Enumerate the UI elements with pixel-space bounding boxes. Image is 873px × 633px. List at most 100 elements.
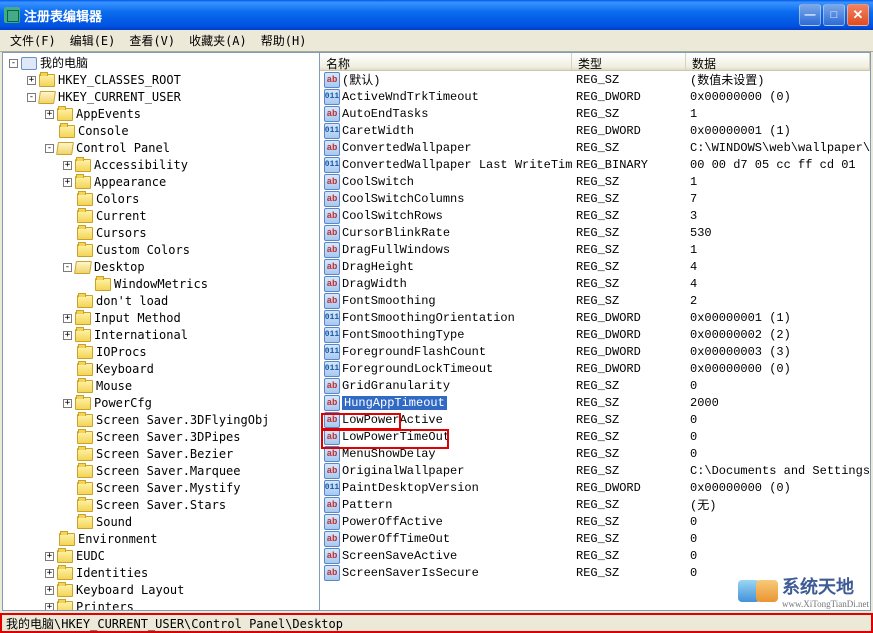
tree-node[interactable]: Screen Saver.Marquee <box>3 463 319 480</box>
expand-icon[interactable]: + <box>63 161 72 170</box>
tree-node[interactable]: +Appearance <box>3 174 319 191</box>
tree-node[interactable]: +AppEvents <box>3 106 319 123</box>
value-row[interactable]: abLowPowerActiveREG_SZ0 <box>320 411 870 428</box>
value-row[interactable]: abDragHeightREG_SZ4 <box>320 258 870 275</box>
titlebar[interactable]: 注册表编辑器 — □ ✕ <box>0 0 873 30</box>
tree-node[interactable]: Cursors <box>3 225 319 242</box>
string-value-icon: ab <box>324 191 340 207</box>
tree-node[interactable]: -我的电脑 <box>3 55 319 72</box>
menu-help[interactable]: 帮助(H) <box>255 30 313 51</box>
expand-icon[interactable]: + <box>63 178 72 187</box>
expand-icon[interactable]: + <box>45 603 54 611</box>
tree-node[interactable]: -HKEY_CURRENT_USER <box>3 89 319 106</box>
menu-favorites[interactable]: 收藏夹(A) <box>183 30 253 51</box>
expand-icon[interactable]: + <box>63 331 72 340</box>
tree-node[interactable]: +PowerCfg <box>3 395 319 412</box>
expand-icon[interactable]: + <box>27 76 36 85</box>
tree-label: Desktop <box>94 259 145 276</box>
value-row[interactable]: abFontSmoothingREG_SZ2 <box>320 292 870 309</box>
collapse-icon[interactable]: - <box>9 59 18 68</box>
value-row[interactable]: 011ForegroundLockTimeoutREG_DWORD0x00000… <box>320 360 870 377</box>
tree-node[interactable]: Screen Saver.3DPipes <box>3 429 319 446</box>
expand-icon[interactable]: + <box>45 569 54 578</box>
col-data[interactable]: 数据 <box>686 53 870 70</box>
value-row[interactable]: 011FontSmoothingTypeREG_DWORD0x00000002 … <box>320 326 870 343</box>
value-row[interactable]: abCursorBlinkRateREG_SZ530 <box>320 224 870 241</box>
close-button[interactable]: ✕ <box>847 4 869 26</box>
minimize-button[interactable]: — <box>799 4 821 26</box>
value-row[interactable]: abAutoEndTasksREG_SZ1 <box>320 105 870 122</box>
value-data: 0 <box>686 379 870 393</box>
maximize-button[interactable]: □ <box>823 4 845 26</box>
value-row[interactable]: abScreenSaveActiveREG_SZ0 <box>320 547 870 564</box>
expand-icon[interactable]: + <box>45 586 54 595</box>
value-row[interactable]: abHungAppTimeoutREG_SZ2000 <box>320 394 870 411</box>
tree-node[interactable]: Screen Saver.Stars <box>3 497 319 514</box>
value-data: 0 <box>686 515 870 529</box>
value-row[interactable]: 011FontSmoothingOrientationREG_DWORD0x00… <box>320 309 870 326</box>
tree-node[interactable]: +Printers <box>3 599 319 611</box>
expand-icon[interactable]: + <box>63 314 72 323</box>
tree-node[interactable]: +EUDC <box>3 548 319 565</box>
tree-node[interactable]: Screen Saver.Bezier <box>3 446 319 463</box>
tree-node[interactable]: don't load <box>3 293 319 310</box>
value-row[interactable]: abDragFullWindowsREG_SZ1 <box>320 241 870 258</box>
value-row[interactable]: abCoolSwitchREG_SZ1 <box>320 173 870 190</box>
tree-node[interactable]: WindowMetrics <box>3 276 319 293</box>
tree-label: Mouse <box>96 378 132 395</box>
value-row[interactable]: abPowerOffActiveREG_SZ0 <box>320 513 870 530</box>
binary-value-icon: 011 <box>324 89 340 105</box>
tree-node[interactable]: +International <box>3 327 319 344</box>
expand-icon[interactable]: + <box>63 399 72 408</box>
value-row[interactable]: abGridGranularityREG_SZ0 <box>320 377 870 394</box>
value-row[interactable]: ab(默认)REG_SZ(数值未设置) <box>320 71 870 88</box>
tree-node[interactable]: Console <box>3 123 319 140</box>
tree-node[interactable]: +Input Method <box>3 310 319 327</box>
tree-node[interactable]: +Identities <box>3 565 319 582</box>
list-body[interactable]: ab(默认)REG_SZ(数值未设置)011ActiveWndTrkTimeou… <box>320 71 870 610</box>
value-row[interactable]: abPowerOffTimeOutREG_SZ0 <box>320 530 870 547</box>
collapse-icon[interactable]: - <box>27 93 36 102</box>
tree-node[interactable]: Environment <box>3 531 319 548</box>
tree-node[interactable]: -Control Panel <box>3 140 319 157</box>
tree-node[interactable]: Colors <box>3 191 319 208</box>
tree-node[interactable]: Keyboard <box>3 361 319 378</box>
value-row[interactable]: abPatternREG_SZ(无) <box>320 496 870 513</box>
tree-node[interactable]: Custom Colors <box>3 242 319 259</box>
tree-node[interactable]: - Desktop <box>3 259 319 276</box>
tree-node[interactable]: +HKEY_CLASSES_ROOT <box>3 72 319 89</box>
value-row[interactable]: abLowPowerTimeOutREG_SZ0 <box>320 428 870 445</box>
watermark: 系统天地 www.XiTongTianDi.net <box>738 573 869 609</box>
expand-icon[interactable]: + <box>45 552 54 561</box>
value-row[interactable]: abOriginalWallpaperREG_SZC:\Documents an… <box>320 462 870 479</box>
value-row[interactable]: 011ConvertedWallpaper Last WriteTimeREG_… <box>320 156 870 173</box>
value-row[interactable]: abMenuShowDelayREG_SZ0 <box>320 445 870 462</box>
value-row[interactable]: 011ActiveWndTrkTimeoutREG_DWORD0x0000000… <box>320 88 870 105</box>
value-name: ForegroundLockTimeout <box>342 362 493 376</box>
collapse-icon[interactable]: - <box>63 263 72 272</box>
tree-node[interactable]: Screen Saver.3DFlyingObj <box>3 412 319 429</box>
value-row[interactable]: 011ForegroundFlashCountREG_DWORD0x000000… <box>320 343 870 360</box>
tree-node[interactable]: Sound <box>3 514 319 531</box>
col-name[interactable]: 名称 <box>320 53 572 70</box>
tree-node[interactable]: IOProcs <box>3 344 319 361</box>
collapse-icon[interactable]: - <box>45 144 54 153</box>
tree-node[interactable]: Mouse <box>3 378 319 395</box>
tree-node[interactable]: +Keyboard Layout <box>3 582 319 599</box>
value-row[interactable]: abDragWidthREG_SZ4 <box>320 275 870 292</box>
value-row[interactable]: abCoolSwitchColumnsREG_SZ7 <box>320 190 870 207</box>
folder-icon <box>59 533 75 546</box>
value-row[interactable]: abCoolSwitchRowsREG_SZ3 <box>320 207 870 224</box>
tree-node[interactable]: +Accessibility <box>3 157 319 174</box>
value-row[interactable]: abConvertedWallpaperREG_SZC:\WINDOWS\web… <box>320 139 870 156</box>
menu-edit[interactable]: 编辑(E) <box>64 30 122 51</box>
menu-view[interactable]: 查看(V) <box>123 30 181 51</box>
value-row[interactable]: 011PaintDesktopVersionREG_DWORD0x0000000… <box>320 479 870 496</box>
value-row[interactable]: 011CaretWidthREG_DWORD0x00000001 (1) <box>320 122 870 139</box>
menu-file[interactable]: 文件(F) <box>4 30 62 51</box>
tree-node[interactable]: Current <box>3 208 319 225</box>
col-type[interactable]: 类型 <box>572 53 686 70</box>
tree-node[interactable]: Screen Saver.Mystify <box>3 480 319 497</box>
expand-icon[interactable]: + <box>45 110 54 119</box>
registry-tree[interactable]: -我的电脑+HKEY_CLASSES_ROOT-HKEY_CURRENT_USE… <box>2 52 320 611</box>
